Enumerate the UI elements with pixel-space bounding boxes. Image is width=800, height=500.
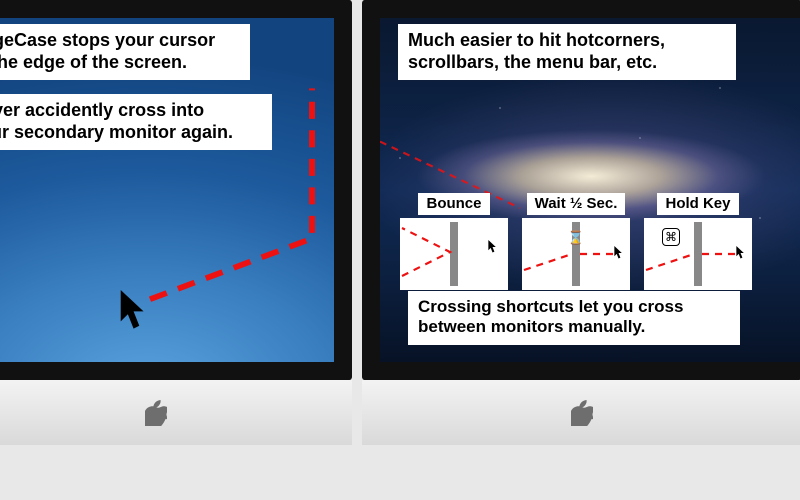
cursor-icon: [120, 290, 150, 330]
command-key-icon: ⌘: [662, 228, 680, 246]
left-dashed-path: [0, 18, 334, 362]
left-screen: EdgeCase stops your cursor at the edge o…: [0, 0, 352, 380]
hourglass-icon: ⌛: [568, 230, 584, 246]
card-wait-graphic: ⌛: [522, 218, 630, 290]
right-callout-2: Crossing shortcuts let you cross between…: [408, 291, 740, 345]
cursor-icon: [614, 246, 624, 259]
cursor-icon: [736, 246, 746, 259]
card-wait-label: Wait ½ Sec.: [527, 193, 626, 215]
card-hold: Hold Key ⌘: [644, 193, 752, 290]
right-monitor: Much easier to hit hotcorners, scrollbar…: [362, 0, 800, 445]
apple-logo-icon: [571, 400, 593, 426]
right-screen: Much easier to hit hotcorners, scrollbar…: [362, 0, 800, 380]
card-wait: Wait ½ Sec. ⌛: [522, 193, 630, 290]
shortcut-cards: Bounce Wait ½ Sec.: [400, 193, 752, 290]
card-bounce: Bounce: [400, 193, 508, 290]
right-monitor-chin: [362, 380, 800, 445]
left-monitor-chin: [0, 380, 352, 445]
card-bounce-graphic: [400, 218, 508, 290]
card-hold-graphic: ⌘: [644, 218, 752, 290]
apple-logo-icon: [145, 400, 167, 426]
card-bounce-label: Bounce: [418, 193, 489, 215]
bounce-path: [400, 218, 508, 290]
card-hold-label: Hold Key: [657, 193, 738, 215]
cursor-icon: [488, 240, 498, 253]
left-monitor: EdgeCase stops your cursor at the edge o…: [0, 0, 352, 445]
